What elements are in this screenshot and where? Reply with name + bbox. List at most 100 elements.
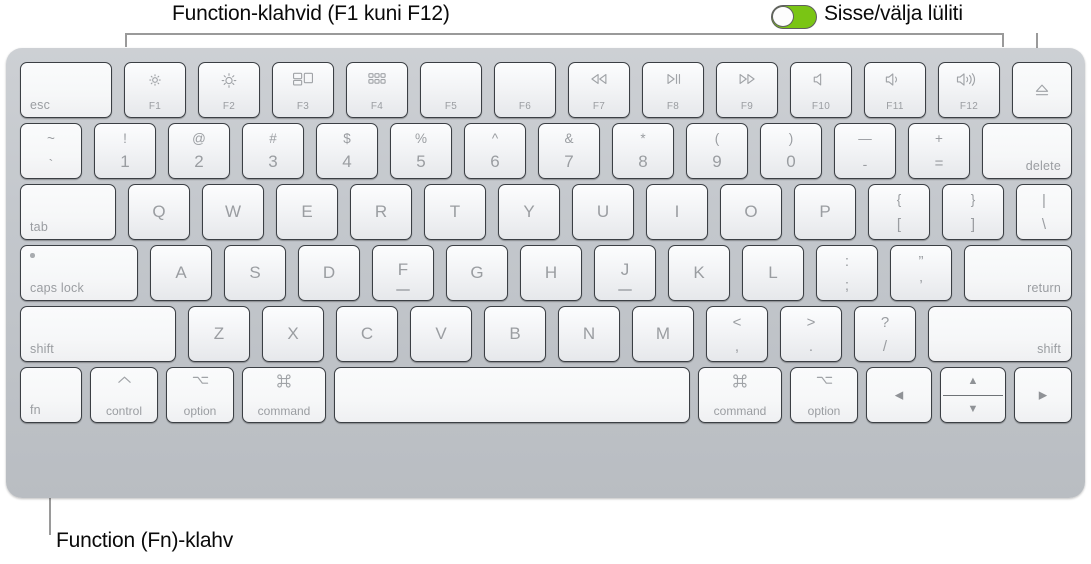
key-option-right[interactable]: option: [790, 367, 858, 423]
key-r[interactable]: R: [350, 184, 412, 240]
key-t[interactable]: T: [424, 184, 486, 240]
key-control-left[interactable]: control: [90, 367, 158, 423]
key-f3-number: F3: [296, 101, 310, 112]
key-eject[interactable]: [1012, 62, 1072, 118]
key-f9[interactable]: F9: [716, 62, 778, 118]
key-4-lower: 4: [342, 152, 352, 171]
key-arrow-right[interactable]: ▶: [1014, 367, 1072, 423]
key-return[interactable]: return: [964, 245, 1072, 301]
key-5[interactable]: % 5: [390, 123, 452, 179]
key-f6[interactable]: F6: [494, 62, 556, 118]
key-c[interactable]: C: [336, 306, 398, 362]
key-slash[interactable]: ? /: [854, 306, 916, 362]
key-9[interactable]: ( 9: [686, 123, 748, 179]
key-u[interactable]: U: [572, 184, 634, 240]
key-7[interactable]: & 7: [538, 123, 600, 179]
key-delete[interactable]: delete: [982, 123, 1072, 179]
key-fn[interactable]: fn: [20, 367, 82, 423]
key-0-lower: 0: [786, 152, 796, 171]
key-arrow-up-down[interactable]: ▲ ▼: [940, 367, 1006, 423]
key-6-upper: ^: [491, 131, 499, 146]
key-semicolon[interactable]: : ;: [816, 245, 878, 301]
key-g[interactable]: G: [446, 245, 508, 301]
key-option-left[interactable]: option: [166, 367, 234, 423]
key-3[interactable]: # 3: [242, 123, 304, 179]
key-n[interactable]: N: [558, 306, 620, 362]
key-h[interactable]: H: [520, 245, 582, 301]
key-c-label: C: [360, 324, 374, 343]
key-m[interactable]: M: [632, 306, 694, 362]
key-bracket-right[interactable]: } ]: [942, 184, 1004, 240]
arrow-right-icon: ▶: [1038, 389, 1048, 402]
key-command-right[interactable]: command: [698, 367, 782, 423]
key-w[interactable]: W: [202, 184, 264, 240]
key-space[interactable]: [334, 367, 690, 423]
key-arrow-left[interactable]: ◀: [866, 367, 932, 423]
key-period[interactable]: > .: [780, 306, 842, 362]
key-u-label: U: [596, 202, 610, 221]
key-f1[interactable]: F1: [124, 62, 186, 118]
key-2-lower: 2: [194, 152, 204, 171]
power-toggle-switch[interactable]: [771, 5, 817, 29]
key-6[interactable]: ^ 6: [464, 123, 526, 179]
key-shift-left[interactable]: shift: [20, 306, 176, 362]
key-o[interactable]: O: [720, 184, 782, 240]
key-minus-lower: -: [862, 156, 868, 172]
key-command-left[interactable]: command: [242, 367, 326, 423]
key-b[interactable]: B: [484, 306, 546, 362]
key-1[interactable]: ! 1: [94, 123, 156, 179]
key-q[interactable]: Q: [128, 184, 190, 240]
mission-control-icon: [273, 71, 333, 89]
key-k[interactable]: K: [668, 245, 730, 301]
key-0[interactable]: ) 0: [760, 123, 822, 179]
key-backslash[interactable]: | \: [1016, 184, 1072, 240]
key-j[interactable]: J: [594, 245, 656, 301]
key-f11[interactable]: F11: [864, 62, 926, 118]
key-f5[interactable]: F5: [420, 62, 482, 118]
key-shift-left-label: shift: [30, 342, 54, 356]
key-l[interactable]: L: [742, 245, 804, 301]
key-esc[interactable]: esc: [20, 62, 112, 118]
key-8[interactable]: * 8: [612, 123, 674, 179]
key-minus[interactable]: — -: [834, 123, 896, 179]
key-i[interactable]: I: [646, 184, 708, 240]
key-p[interactable]: P: [794, 184, 856, 240]
key-caps-lock[interactable]: caps lock: [20, 245, 138, 301]
power-switch-annotation-label: Sisse/välja lüliti: [824, 2, 963, 25]
key-x[interactable]: X: [262, 306, 324, 362]
key-a[interactable]: A: [150, 245, 212, 301]
key-y[interactable]: Y: [498, 184, 560, 240]
key-v[interactable]: V: [410, 306, 472, 362]
key-grave[interactable]: ~ `: [20, 123, 82, 179]
key-caps-lock-label: caps lock: [30, 281, 84, 295]
key-tab[interactable]: tab: [20, 184, 116, 240]
key-f[interactable]: F: [372, 245, 434, 301]
key-s[interactable]: S: [224, 245, 286, 301]
volume-mute-icon: [791, 71, 851, 88]
key-quote[interactable]: ” ’: [890, 245, 952, 301]
key-f-label: F: [397, 259, 409, 279]
key-4-upper: $: [343, 131, 351, 146]
key-d[interactable]: D: [298, 245, 360, 301]
key-f4[interactable]: F4: [346, 62, 408, 118]
key-bracket-right-lower: ]: [970, 216, 976, 233]
key-4[interactable]: $ 4: [316, 123, 378, 179]
key-f12[interactable]: F12: [938, 62, 1000, 118]
key-f10[interactable]: F10: [790, 62, 852, 118]
key-f7[interactable]: F7: [568, 62, 630, 118]
fn-key-annotation-label: Function (Fn)-klahv: [56, 529, 234, 552]
key-comma[interactable]: < ,: [706, 306, 768, 362]
key-f3[interactable]: F3: [272, 62, 334, 118]
key-f2[interactable]: F2: [198, 62, 260, 118]
key-2[interactable]: @ 2: [168, 123, 230, 179]
key-f8[interactable]: F8: [642, 62, 704, 118]
key-f10-number: F10: [811, 101, 831, 112]
key-shift-right[interactable]: shift: [928, 306, 1072, 362]
key-f8-number: F8: [666, 101, 680, 112]
key-n-label: N: [582, 324, 596, 343]
key-p-label: P: [819, 202, 831, 221]
key-bracket-left[interactable]: { [: [868, 184, 930, 240]
key-z[interactable]: Z: [188, 306, 250, 362]
key-equal[interactable]: + =: [908, 123, 970, 179]
key-e[interactable]: E: [276, 184, 338, 240]
